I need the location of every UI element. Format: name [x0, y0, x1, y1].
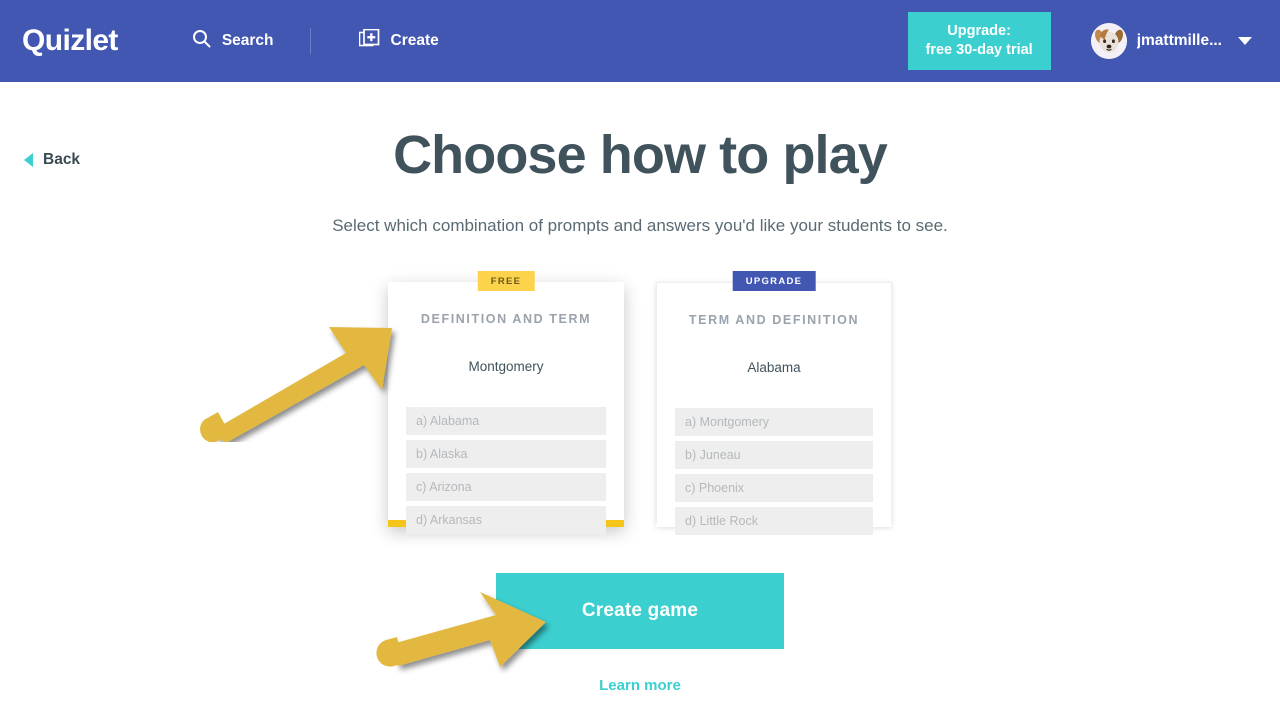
nav-divider — [309, 28, 311, 54]
upgrade-button-line2: free 30-day trial — [925, 42, 1033, 58]
card-prompt-text: Alabama — [747, 360, 801, 375]
card-choice-list: a) Alabama b) Alaska c) Arizona d) Arkan… — [406, 407, 606, 534]
nav-create[interactable]: Create — [355, 23, 443, 59]
card-choice: a) Alabama — [406, 407, 606, 435]
card-body[interactable]: TERM AND DEFINITION Alabama a) Montgomer… — [656, 282, 892, 535]
card-badge-free: FREE — [477, 271, 535, 291]
card-body[interactable]: DEFINITION AND TERM Montgomery a) Alabam… — [388, 282, 624, 534]
play-mode-option-definition-and-term[interactable]: FREE DEFINITION AND TERM Montgomery a) A… — [388, 271, 624, 534]
user-menu[interactable]: jmattmille... — [1090, 23, 1252, 59]
card-badge-upgrade: UPGRADE — [732, 271, 816, 291]
header-right-group: Upgrade: free 30-day trial jmattmille... — [907, 12, 1264, 70]
nav-create-label: Create — [390, 32, 439, 49]
chevron-left-icon — [24, 153, 33, 167]
back-button-label: Back — [43, 151, 81, 168]
card-choice: b) Juneau — [675, 441, 873, 469]
learn-more-link[interactable]: Learn more — [0, 677, 1280, 694]
page-title: Choose how to play — [393, 125, 888, 185]
card-type-label: TERM AND DEFINITION — [688, 313, 860, 327]
cta-row: Create game — [0, 573, 1280, 649]
card-choice: c) Phoenix — [675, 474, 873, 502]
upgrade-button[interactable]: Upgrade: free 30-day trial — [907, 12, 1051, 70]
card-choice: d) Arkansas — [406, 506, 606, 534]
nav-search-label: Search — [221, 32, 274, 49]
play-mode-option-term-and-definition[interactable]: UPGRADE TERM AND DEFINITION Alabama a) M… — [656, 271, 892, 535]
nav-search[interactable]: Search — [188, 23, 278, 59]
upgrade-button-line1: Upgrade: — [947, 23, 1011, 39]
quizlet-logo[interactable]: Quizlet — [22, 24, 118, 58]
username-label: jmattmille... — [1136, 32, 1222, 49]
card-choice: d) Little Rock — [675, 507, 873, 535]
top-navigation-bar: Quizlet Search Create Upgrade: free 30-d… — [0, 0, 1280, 82]
play-mode-card-list: FREE DEFINITION AND TERM Montgomery a) A… — [0, 271, 1280, 535]
card-prompt-text: Montgomery — [468, 359, 544, 374]
card-choice: c) Arizona — [406, 473, 606, 501]
card-choice-list: a) Montgomery b) Juneau c) Phoenix d) Li… — [675, 408, 873, 535]
search-icon — [192, 29, 211, 53]
page-subtitle: Select which combination of prompts and … — [332, 216, 948, 235]
create-game-button[interactable]: Create game — [496, 573, 784, 649]
card-choice: b) Alaska — [406, 440, 606, 468]
back-button[interactable]: Back — [24, 151, 80, 169]
card-choice: a) Montgomery — [675, 408, 873, 436]
card-type-label: DEFINITION AND TERM — [420, 312, 592, 326]
chevron-down-icon — [1238, 37, 1252, 45]
create-card-icon — [358, 28, 380, 53]
avatar — [1090, 23, 1127, 59]
